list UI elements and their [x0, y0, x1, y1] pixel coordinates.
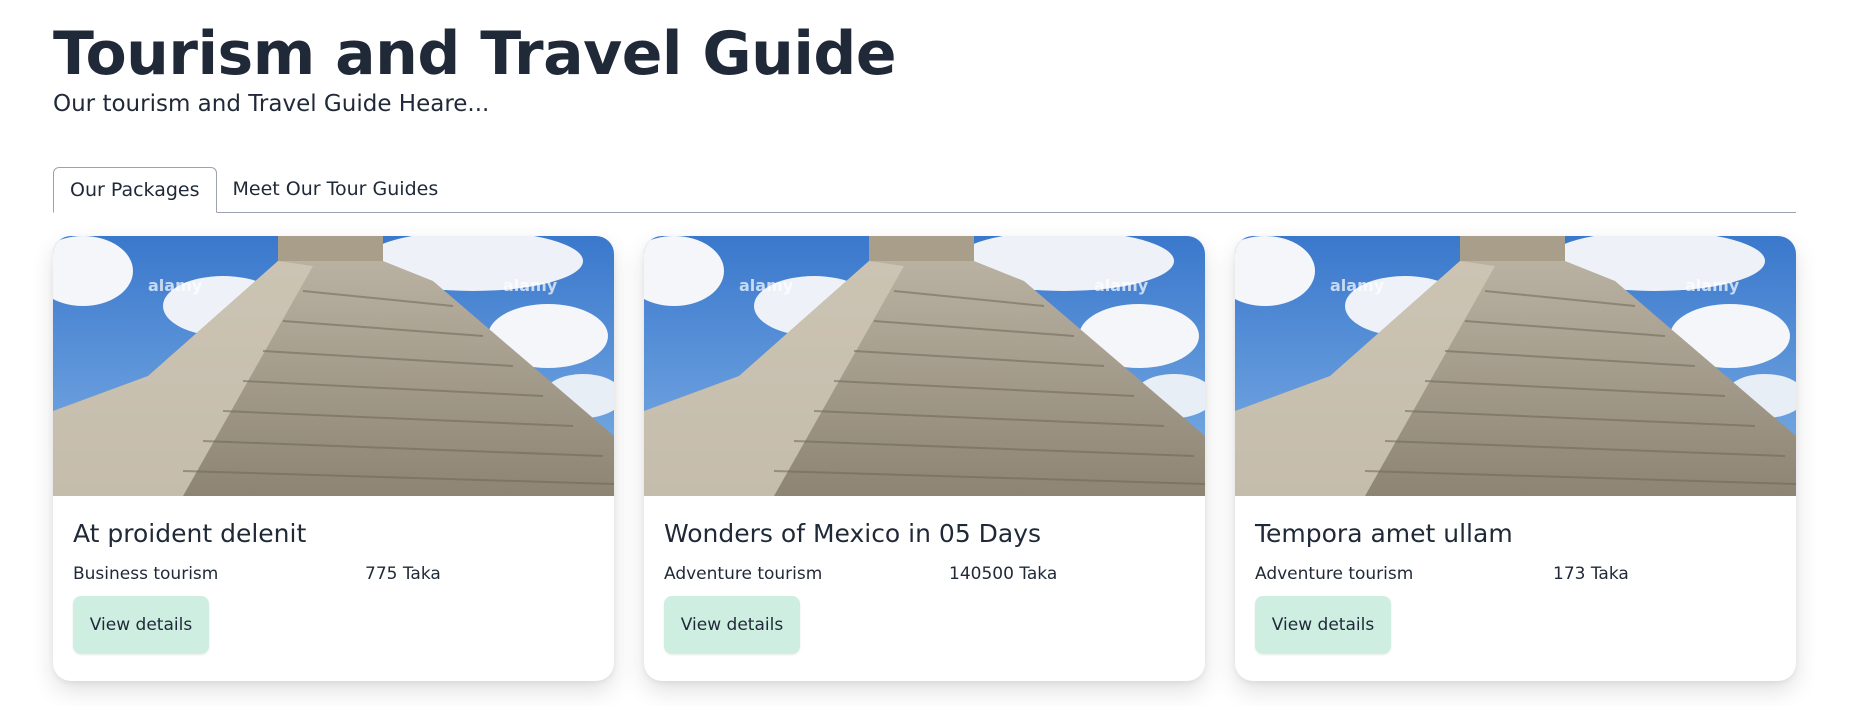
- watermark-text: alamy: [148, 276, 203, 295]
- package-title: Wonders of Mexico in 05 Days: [664, 519, 1042, 548]
- watermark-text: alamy: [503, 276, 558, 295]
- tab-our-packages[interactable]: Our Packages: [53, 167, 217, 213]
- pyramid-photo: alamy alamy: [53, 236, 614, 496]
- package-image: alamy alamy: [644, 236, 1205, 496]
- package-price: 173 Taka: [1553, 564, 1629, 584]
- watermark-text: alamy: [1685, 276, 1740, 295]
- package-card: alamy alamy Tempora amet ullam Adventure…: [1235, 236, 1796, 681]
- package-image: alamy alamy: [53, 236, 614, 496]
- tab-meet-our-tour-guides[interactable]: Meet Our Tour Guides: [217, 166, 455, 212]
- page-title: Tourism and Travel Guide: [53, 19, 897, 89]
- tab-bar: Our Packages Meet Our Tour Guides: [53, 166, 1796, 213]
- view-details-button[interactable]: View details: [664, 596, 800, 654]
- package-image: alamy alamy: [1235, 236, 1796, 496]
- view-details-button[interactable]: View details: [73, 596, 209, 654]
- package-price: 775 Taka: [365, 564, 441, 584]
- package-title: Tempora amet ullam: [1255, 519, 1513, 548]
- package-type: Business tourism: [73, 564, 219, 584]
- package-price: 140500 Taka: [949, 564, 1058, 584]
- package-card: alamy alamy At proident delenit Business…: [53, 236, 614, 681]
- package-card-list: alamy alamy At proident delenit Business…: [53, 236, 1796, 681]
- package-card: alamy alamy Wonders of Mexico in 05 Days…: [644, 236, 1205, 681]
- package-title: At proident delenit: [73, 519, 307, 548]
- pyramid-photo: alamy alamy: [1235, 236, 1796, 496]
- watermark-text: alamy: [1330, 276, 1385, 295]
- page: Tourism and Travel Guide Our tourism and…: [0, 0, 1856, 706]
- watermark-text: alamy: [1094, 276, 1149, 295]
- page-subtitle: Our tourism and Travel Guide Heare...: [53, 91, 490, 117]
- package-type: Adventure tourism: [664, 564, 823, 584]
- view-details-button[interactable]: View details: [1255, 596, 1391, 654]
- pyramid-photo: alamy alamy: [644, 236, 1205, 496]
- watermark-text: alamy: [739, 276, 794, 295]
- package-type: Adventure tourism: [1255, 564, 1414, 584]
